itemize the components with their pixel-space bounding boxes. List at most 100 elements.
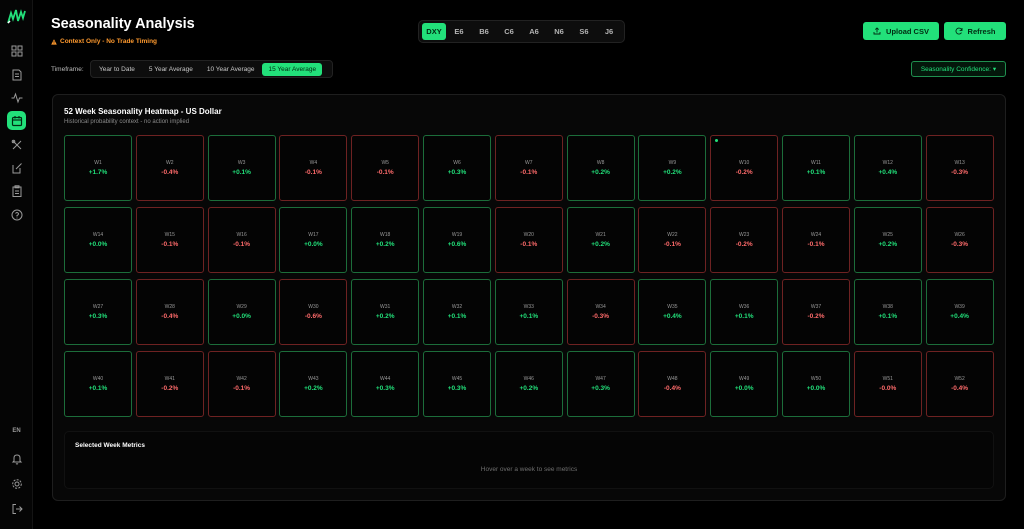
week-cell[interactable]: W4 -0.1% bbox=[279, 135, 348, 201]
week-value: +0.1% bbox=[806, 169, 826, 176]
week-cell[interactable]: W14 +0.0% bbox=[64, 207, 132, 273]
refresh-icon bbox=[955, 27, 962, 35]
week-cell[interactable]: W22 -0.1% bbox=[638, 207, 707, 273]
calendar-icon[interactable] bbox=[7, 111, 26, 130]
week-cell[interactable]: W32 +0.1% bbox=[423, 279, 491, 345]
week-cell[interactable]: W30 -0.6% bbox=[279, 279, 348, 345]
week-cell[interactable]: W11 +0.1% bbox=[782, 135, 850, 201]
week-cell[interactable]: W37 -0.2% bbox=[782, 279, 850, 345]
week-cell[interactable]: W40 +0.1% bbox=[64, 351, 132, 417]
week-value: +0.1% bbox=[878, 313, 898, 320]
week-cell[interactable]: W47 +0.3% bbox=[566, 351, 635, 417]
week-cell[interactable]: W28 -0.4% bbox=[135, 279, 204, 345]
week-cell[interactable]: W13 -0.3% bbox=[925, 135, 994, 201]
clipboard-icon[interactable] bbox=[7, 181, 26, 200]
symbol-tab[interactable]: A6 bbox=[522, 23, 546, 40]
week-cell[interactable]: W38 +0.1% bbox=[853, 279, 922, 345]
week-cell[interactable]: W26 -0.3% bbox=[925, 207, 994, 273]
week-cell[interactable]: W39 +0.4% bbox=[925, 279, 994, 345]
heatmap-grid: W1 +1.7% W2 -0.4% W3 +0.1% W4 -0.1% W5 -0.1% W6 +0.… bbox=[64, 135, 994, 419]
refresh-button[interactable]: Refresh bbox=[944, 22, 1006, 40]
app-logo[interactable] bbox=[7, 9, 26, 25]
week-label: W46 bbox=[523, 376, 534, 382]
week-cell[interactable]: W31 +0.2% bbox=[351, 279, 420, 345]
week-cell[interactable]: W16 -0.1% bbox=[207, 207, 276, 273]
week-cell[interactable]: W52 -0.4% bbox=[925, 351, 994, 417]
week-cell[interactable]: W12 +0.4% bbox=[853, 135, 922, 201]
week-cell[interactable]: W45 +0.3% bbox=[423, 351, 491, 417]
week-cell[interactable]: W23 -0.2% bbox=[710, 207, 779, 273]
week-cell[interactable]: W43 +0.2% bbox=[279, 351, 348, 417]
symbol-tab[interactable]: C6 bbox=[497, 23, 521, 40]
week-cell[interactable]: W10 -0.2% bbox=[710, 135, 779, 201]
week-cell[interactable]: W3 +0.1% bbox=[207, 135, 276, 201]
timeframe-option[interactable]: Year to Date bbox=[93, 63, 141, 76]
week-value: +0.0% bbox=[806, 385, 826, 392]
week-cell[interactable]: W6 +0.3% bbox=[423, 135, 491, 201]
week-label: W43 bbox=[308, 376, 319, 382]
week-cell[interactable]: W8 +0.2% bbox=[566, 135, 635, 201]
week-value: -0.4% bbox=[161, 313, 179, 320]
timeframe-option[interactable]: 15 Year Average bbox=[262, 62, 323, 76]
week-cell[interactable]: W41 -0.2% bbox=[135, 351, 204, 417]
week-value: -0.1% bbox=[376, 169, 394, 176]
week-value: +0.0% bbox=[734, 385, 754, 392]
symbol-tab[interactable]: J6 bbox=[597, 23, 621, 40]
journal-icon[interactable] bbox=[7, 158, 26, 177]
symbol-tab[interactable]: E6 bbox=[447, 23, 471, 40]
settings-icon[interactable] bbox=[7, 474, 26, 493]
symbol-tab[interactable]: DXY bbox=[422, 23, 446, 40]
symbol-tab[interactable]: S6 bbox=[572, 23, 596, 40]
week-cell[interactable]: W42 -0.1% bbox=[207, 351, 276, 417]
symbol-tab[interactable]: N6 bbox=[547, 23, 571, 40]
language-selector[interactable]: EN bbox=[0, 428, 33, 434]
week-cell[interactable]: W15 -0.1% bbox=[135, 207, 204, 273]
symbol-tab[interactable]: B6 bbox=[472, 23, 496, 40]
dashboard-icon[interactable] bbox=[7, 41, 26, 60]
timeframe-option[interactable]: 5 Year Average bbox=[143, 63, 199, 76]
week-cell[interactable]: W51 -0.0% bbox=[853, 351, 922, 417]
confidence-label: Seasonality Confidence: bbox=[920, 65, 991, 73]
week-cell[interactable]: W50 +0.0% bbox=[782, 351, 850, 417]
timeframe-option[interactable]: 10 Year Average bbox=[201, 63, 261, 76]
week-cell[interactable]: W18 +0.2% bbox=[351, 207, 420, 273]
tools-icon[interactable] bbox=[7, 135, 26, 154]
week-cell[interactable]: W17 +0.0% bbox=[279, 207, 348, 273]
help-icon[interactable] bbox=[7, 205, 26, 224]
week-label: W36 bbox=[739, 304, 750, 310]
week-value: -0.1% bbox=[807, 241, 825, 248]
week-cell[interactable]: W46 +0.2% bbox=[494, 351, 563, 417]
bell-icon[interactable] bbox=[7, 449, 26, 468]
week-label: W30 bbox=[308, 304, 319, 310]
week-cell[interactable]: W27 +0.3% bbox=[64, 279, 132, 345]
week-value: +0.1% bbox=[734, 313, 754, 320]
week-cell[interactable]: W34 -0.3% bbox=[566, 279, 635, 345]
week-label: W10 bbox=[739, 160, 750, 166]
week-cell[interactable]: W49 +0.0% bbox=[710, 351, 779, 417]
document-icon[interactable] bbox=[7, 65, 26, 84]
week-cell[interactable]: W24 -0.1% bbox=[782, 207, 850, 273]
week-cell[interactable]: W25 +0.2% bbox=[853, 207, 922, 273]
week-cell[interactable]: W33 +0.1% bbox=[494, 279, 563, 345]
week-cell[interactable]: W44 +0.3% bbox=[351, 351, 420, 417]
week-value: +0.2% bbox=[878, 241, 898, 248]
week-cell[interactable]: W7 -0.1% bbox=[494, 135, 563, 201]
week-cell[interactable]: W9 +0.2% bbox=[638, 135, 707, 201]
logout-icon[interactable] bbox=[7, 499, 26, 518]
week-cell[interactable]: W5 -0.1% bbox=[351, 135, 420, 201]
week-cell[interactable]: W36 +0.1% bbox=[710, 279, 779, 345]
week-cell[interactable]: W35 +0.4% bbox=[638, 279, 707, 345]
week-cell[interactable]: W48 -0.4% bbox=[638, 351, 707, 417]
week-label: W7 bbox=[525, 160, 533, 166]
activity-icon[interactable] bbox=[7, 88, 26, 107]
seasonality-confidence-dropdown[interactable]: Seasonality Confidence: ▾ bbox=[911, 61, 1006, 77]
week-cell[interactable]: W20 -0.1% bbox=[494, 207, 563, 273]
week-cell[interactable]: W29 +0.0% bbox=[207, 279, 276, 345]
week-value: -0.2% bbox=[735, 241, 753, 248]
week-cell[interactable]: W2 -0.4% bbox=[135, 135, 204, 201]
upload-csv-button[interactable]: Upload CSV bbox=[863, 22, 939, 40]
week-cell[interactable]: W21 +0.2% bbox=[566, 207, 635, 273]
week-cell[interactable]: W1 +1.7% bbox=[64, 135, 132, 201]
week-label: W12 bbox=[882, 160, 893, 166]
week-cell[interactable]: W19 +0.6% bbox=[423, 207, 491, 273]
